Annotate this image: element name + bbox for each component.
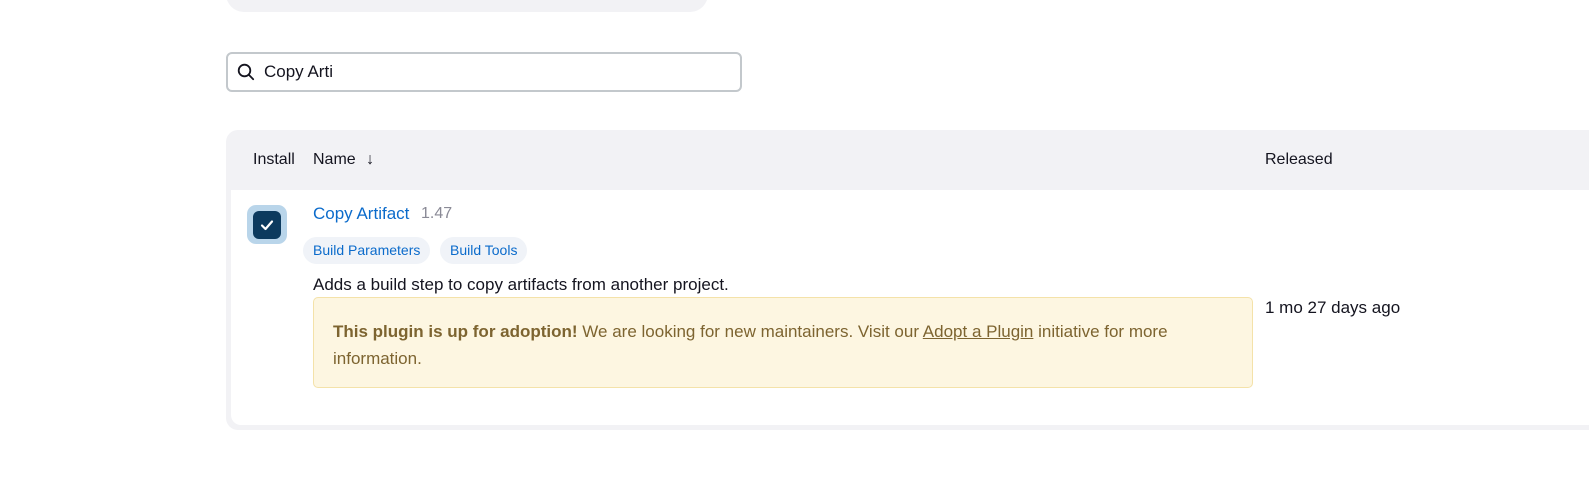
- install-checkbox[interactable]: [247, 205, 287, 244]
- search-input[interactable]: [264, 57, 724, 87]
- column-header-name[interactable]: Name ↓: [313, 151, 374, 169]
- sort-arrow-down-icon: ↓: [366, 151, 375, 168]
- adoption-notice-text: We are looking for new maintainers. Visi…: [577, 322, 923, 341]
- released-date: 1 mo 27 days ago: [1265, 298, 1401, 317]
- column-header-released: Released: [1265, 151, 1333, 168]
- column-header-name-label: Name: [313, 151, 356, 168]
- tab-strip: [226, 0, 708, 12]
- tag-build-tools[interactable]: Build Tools: [440, 237, 528, 264]
- tag-build-parameters[interactable]: Build Parameters: [303, 237, 431, 264]
- plugin-version: 1.47: [421, 205, 453, 222]
- plugin-description: Adds a build step to copy artifacts from…: [313, 275, 729, 294]
- column-header-install: Install: [253, 151, 295, 168]
- adoption-notice-title: This plugin is up for adoption!: [333, 322, 578, 341]
- adopt-a-plugin-link[interactable]: Adopt a Plugin: [923, 322, 1034, 341]
- search-icon: [237, 62, 257, 82]
- adoption-notice: This plugin is up for adoption! We are l…: [313, 297, 1253, 388]
- check-icon: [260, 219, 274, 230]
- search-box[interactable]: [226, 52, 742, 92]
- plugin-name-link[interactable]: Copy Artifact: [313, 204, 409, 224]
- checkbox-checked[interactable]: [253, 210, 281, 239]
